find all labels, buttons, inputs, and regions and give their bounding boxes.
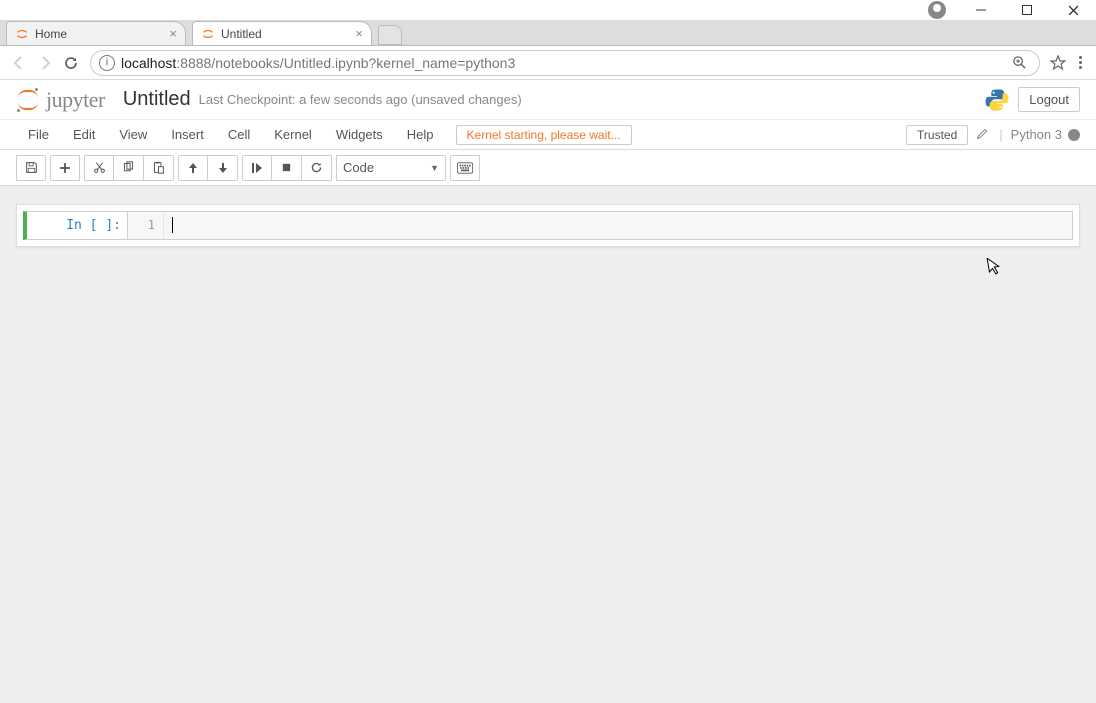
url-path: /notebooks/Untitled.ipynb?kernel_name=py…	[211, 55, 515, 71]
checkpoint-time: a few seconds ago	[299, 92, 407, 107]
line-number-gutter: 1	[128, 212, 164, 239]
jupyter-logo[interactable]: jupyter	[16, 87, 105, 113]
checkpoint-prefix: Last Checkpoint:	[199, 92, 299, 107]
browser-menu-button[interactable]	[1070, 56, 1090, 69]
move-up-button[interactable]	[178, 155, 208, 181]
browser-tab-untitled[interactable]: Untitled ×	[192, 21, 372, 45]
menu-widgets[interactable]: Widgets	[324, 120, 395, 149]
tab-close-icon[interactable]: ×	[169, 26, 177, 41]
notebook-menubar: File Edit View Insert Cell Kernel Widget…	[0, 120, 1096, 150]
jupyter-logo-icon	[16, 88, 40, 112]
jupyter-logo-text: jupyter	[46, 87, 105, 113]
menu-view[interactable]: View	[107, 120, 159, 149]
trusted-indicator[interactable]: Trusted	[906, 125, 968, 145]
menu-cell[interactable]: Cell	[216, 120, 262, 149]
tab-title: Untitled	[221, 27, 262, 41]
browser-tab-home[interactable]: Home ×	[6, 21, 186, 45]
separator: |	[999, 127, 1002, 142]
window-maximize-button[interactable]	[1004, 0, 1050, 20]
interrupt-button[interactable]	[272, 155, 302, 181]
restart-button[interactable]	[302, 155, 332, 181]
kernel-name-label[interactable]: Python 3	[1011, 127, 1062, 142]
notebook-toolbar: Code ▼	[0, 150, 1096, 186]
logout-button[interactable]: Logout	[1018, 87, 1080, 112]
jupyter-favicon-icon	[15, 27, 29, 41]
code-editor[interactable]	[164, 212, 1072, 239]
window-titlebar	[0, 0, 1096, 20]
command-palette-button[interactable]	[450, 155, 480, 181]
jupyter-header: jupyter Untitled Last Checkpoint: a few …	[0, 80, 1096, 120]
tab-title: Home	[35, 27, 67, 41]
kernel-status-message: Kernel starting, please wait...	[456, 125, 632, 145]
menu-insert[interactable]: Insert	[159, 120, 216, 149]
dropdown-caret-icon: ▼	[430, 163, 439, 173]
menu-file[interactable]: File	[16, 120, 61, 149]
text-cursor	[172, 217, 173, 233]
url-host: localhost	[121, 55, 176, 71]
checkpoint-suffix: (unsaved changes)	[408, 92, 522, 107]
cut-button[interactable]	[84, 155, 114, 181]
address-bar[interactable]: i localhost:8888/notebooks/Untitled.ipyn…	[90, 50, 1040, 76]
window-minimize-button[interactable]	[958, 0, 1004, 20]
code-cell[interactable]: In [ ]: 1	[23, 211, 1073, 240]
copy-button[interactable]	[114, 155, 144, 181]
paste-button[interactable]	[144, 155, 174, 181]
url-port: :8888	[176, 55, 211, 71]
jupyter-favicon-icon	[201, 27, 215, 41]
site-info-icon[interactable]: i	[99, 55, 115, 71]
menu-edit[interactable]: Edit	[61, 120, 107, 149]
edit-mode-icon	[976, 127, 989, 143]
nav-forward-button[interactable]	[32, 50, 58, 76]
nav-reload-button[interactable]	[58, 50, 84, 76]
cell-type-dropdown[interactable]: Code ▼	[336, 155, 446, 181]
menu-help[interactable]: Help	[395, 120, 446, 149]
checkpoint-info: Last Checkpoint: a few seconds ago (unsa…	[199, 92, 522, 107]
save-button[interactable]	[16, 155, 46, 181]
browser-tabstrip: Home × Untitled ×	[0, 20, 1096, 46]
menu-kernel[interactable]: Kernel	[262, 120, 324, 149]
insert-cell-button[interactable]	[50, 155, 80, 181]
code-input-area[interactable]: 1	[127, 212, 1072, 239]
notebook-title[interactable]: Untitled	[123, 88, 191, 111]
window-close-button[interactable]	[1050, 0, 1096, 20]
move-down-button[interactable]	[208, 155, 238, 181]
browser-toolbar: i localhost:8888/notebooks/Untitled.ipyn…	[0, 46, 1096, 80]
tab-close-icon[interactable]: ×	[355, 26, 363, 41]
input-prompt: In [ ]:	[27, 212, 127, 239]
notebook-area: In [ ]: 1	[0, 186, 1096, 703]
user-avatar-icon[interactable]	[928, 1, 946, 19]
notebook-container: In [ ]: 1	[16, 204, 1080, 247]
python-logo-icon	[984, 87, 1010, 113]
run-button[interactable]	[242, 155, 272, 181]
bookmark-star-icon[interactable]	[1046, 55, 1070, 71]
new-tab-button[interactable]	[378, 25, 402, 45]
zoom-icon[interactable]	[1007, 55, 1031, 70]
url-text: localhost:8888/notebooks/Untitled.ipynb?…	[121, 55, 515, 71]
kernel-indicator-icon	[1068, 129, 1080, 141]
cell-type-value: Code	[343, 160, 374, 175]
nav-back-button[interactable]	[6, 50, 32, 76]
